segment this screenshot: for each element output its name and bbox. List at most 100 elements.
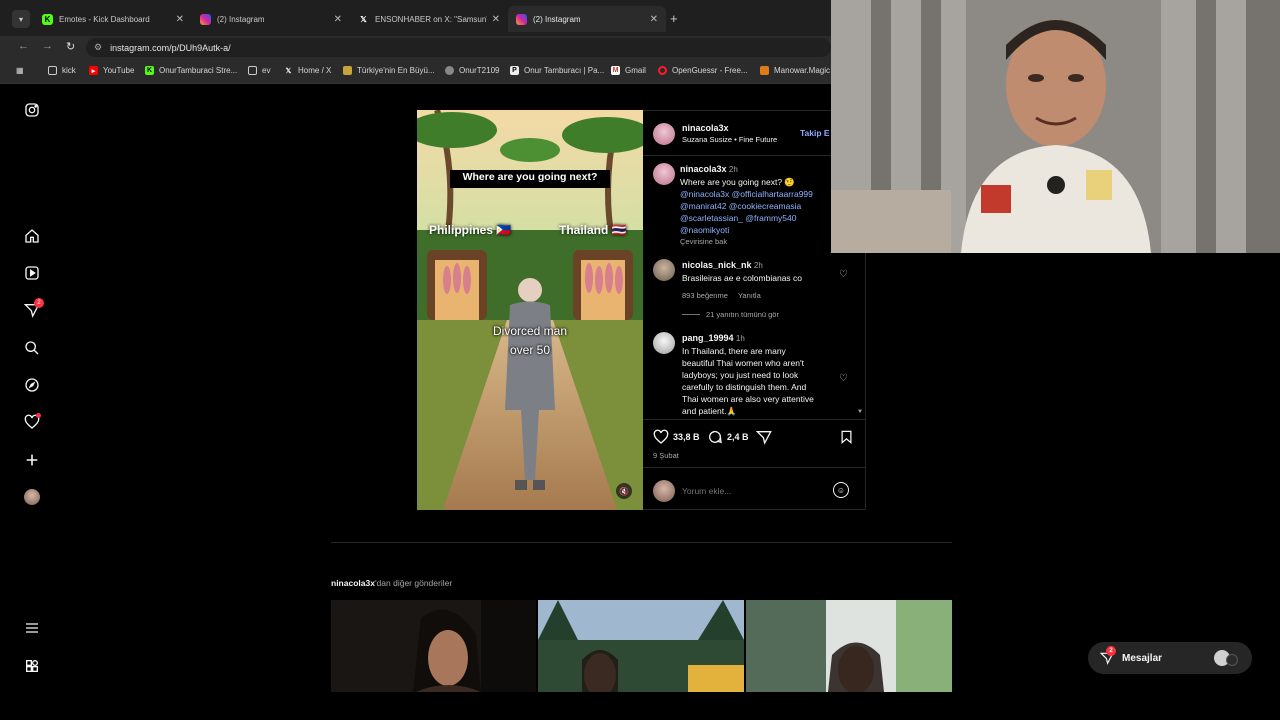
new-tab-button[interactable]: +	[670, 11, 678, 26]
close-icon[interactable]: ✕	[334, 14, 342, 25]
kick-icon: K	[42, 13, 53, 25]
home-icon[interactable]	[22, 226, 42, 246]
bookmark-item[interactable]: ▸ YouTube	[89, 66, 134, 75]
comment-username[interactable]: nicolas_nick_nk	[682, 260, 752, 270]
browser-tab[interactable]: 𝕏 ENSONHABER on X: "Samsun'd ✕	[350, 6, 508, 32]
comment-avatar[interactable]	[653, 259, 675, 281]
site-settings-icon[interactable]: ⚙	[94, 42, 102, 53]
forward-arrow-icon[interactable]: →	[42, 40, 53, 52]
caption-username[interactable]: ninacola3x	[680, 164, 727, 174]
x-icon: 𝕏	[360, 14, 367, 24]
caption-time: 2h	[728, 165, 738, 174]
webcam-overlay	[831, 0, 1280, 253]
save-bookmark-icon[interactable]	[839, 429, 854, 450]
author-avatar[interactable]	[653, 123, 675, 145]
tab-search-button[interactable]: ▾	[12, 10, 30, 28]
scroll-down-arrow-icon[interactable]: ▼	[857, 409, 863, 415]
author-username[interactable]: ninacola3x	[682, 123, 729, 133]
folder-icon	[48, 66, 57, 75]
video-right-label: Thailand 🇹🇭	[559, 223, 627, 237]
comment-avatar[interactable]	[653, 332, 675, 354]
back-arrow-icon[interactable]: ←	[18, 40, 29, 52]
create-plus-icon[interactable]	[22, 450, 42, 470]
bookmark-item[interactable]: 𝕏 Home / X	[284, 66, 332, 75]
post-date: 9 Şubat	[653, 451, 679, 460]
bookmark-item[interactable]: P Onur Tamburacı | Pa...	[510, 66, 604, 75]
apps-grid-icon[interactable]: ▦	[16, 66, 24, 75]
reply-button[interactable]: Yanıtla	[738, 291, 761, 300]
explore-compass-icon[interactable]	[22, 375, 42, 395]
comment-time: 2h	[753, 261, 763, 270]
close-icon[interactable]: ✕	[492, 14, 500, 25]
post-video-frame	[417, 110, 643, 510]
caption-avatar[interactable]	[653, 163, 675, 185]
close-icon[interactable]: ✕	[650, 14, 658, 25]
comment-time: 1h	[735, 334, 745, 343]
composer-divider	[643, 467, 865, 468]
bookmark-item[interactable]: K OnurTamburaci Stre...	[145, 66, 237, 75]
messages-icon[interactable]: 2	[22, 298, 44, 320]
post-thumbnail[interactable]	[538, 600, 744, 692]
more-posts-username[interactable]: ninacola3x	[331, 578, 375, 588]
emoji-icon[interactable]: ☺	[833, 482, 849, 498]
view-replies[interactable]: 21 yanıtın tümünü gör	[682, 310, 779, 319]
share-icon[interactable]	[755, 429, 772, 450]
comment-text-line: carefully to distinguish them. And	[682, 382, 807, 392]
menu-hamburger-icon[interactable]	[22, 618, 42, 638]
messages-button[interactable]: 2 Mesajlar	[1088, 642, 1252, 674]
comment-text: Brasileiras ae e colombianas co	[682, 273, 803, 283]
messages-label: Mesajlar	[1122, 652, 1163, 664]
section-divider	[331, 542, 952, 543]
search-icon[interactable]	[22, 338, 42, 358]
bookmark-item[interactable]: kick	[48, 66, 76, 75]
instagram-logo-icon[interactable]	[22, 100, 42, 120]
reels-icon[interactable]	[22, 263, 42, 283]
video-left-label: Philippines 🇵🇭	[429, 223, 512, 237]
comment-action[interactable]: 2,4 B	[707, 429, 749, 445]
browser-tab-active[interactable]: (2) Instagram ✕	[508, 6, 666, 32]
mute-icon[interactable]: 🔇	[616, 483, 632, 499]
comment-input[interactable]	[682, 483, 827, 499]
comment-text-line: ladyboys; you just need to look	[682, 370, 799, 380]
thumbnail-image	[538, 600, 744, 692]
profile-avatar[interactable]	[22, 487, 42, 507]
browser-tab[interactable]: (2) Instagram ✕	[192, 6, 350, 32]
post-video[interactable]: Where are you going next? Philippines 🇵🇭…	[417, 110, 643, 510]
comment-like-heart-icon[interactable]: ♡	[839, 373, 848, 384]
thumbnail-image	[746, 600, 952, 692]
browser-tab[interactable]: K Emotes - Kick Dashboard ✕	[34, 6, 192, 32]
url-bar[interactable]: ⚙ instagram.com/p/DUh9Autk-a/	[86, 38, 831, 57]
more-apps-icon[interactable]	[22, 656, 42, 676]
site-icon: P	[510, 66, 519, 75]
bookmark-item[interactable]: Manowar.Magic	[760, 66, 830, 75]
comment: pang_19994 1h In Thailand, there are man…	[682, 332, 837, 417]
bookmark-item[interactable]: OpenGuessr - Free...	[658, 66, 748, 75]
site-icon	[343, 66, 352, 75]
close-icon[interactable]: ✕	[176, 14, 184, 25]
bookmark-item[interactable]: OnurT2109	[445, 66, 499, 75]
commenter-avatar	[653, 480, 675, 502]
instagram-icon	[200, 13, 211, 25]
comment-likes[interactable]: 893 beğenme	[682, 291, 728, 300]
instagram-icon	[516, 13, 527, 25]
audio-track[interactable]: Suzana Susize • Fine Future	[682, 135, 777, 144]
post-thumbnail[interactable]	[746, 600, 952, 692]
heart-icon[interactable]	[653, 429, 669, 445]
opera-icon	[658, 66, 667, 75]
follow-button[interactable]: Takip E	[800, 128, 830, 138]
bookmark-item[interactable]: M Gmail	[611, 66, 646, 75]
youtube-icon: ▸	[89, 66, 98, 75]
bookmark-item[interactable]: Türkiye'nin En Büyü...	[343, 66, 435, 75]
site-icon	[445, 66, 454, 75]
comment-bubble-icon[interactable]	[707, 429, 723, 445]
comment-text-line: beautiful Thai women who aren't	[682, 358, 804, 368]
bookmark-item[interactable]: ev	[248, 66, 270, 75]
post-thumbnail[interactable]	[331, 600, 536, 692]
comment-text-line: and patient.🙏	[682, 406, 738, 416]
like-action[interactable]: 33,8 B	[653, 429, 700, 445]
browser-tab-strip: ▾ K Emotes - Kick Dashboard ✕ (2) Instag…	[0, 0, 831, 36]
comment-like-heart-icon[interactable]: ♡	[839, 269, 848, 280]
comment-username[interactable]: pang_19994	[682, 333, 734, 343]
reload-icon[interactable]: ↻	[66, 40, 75, 53]
notifications-heart-icon[interactable]	[22, 412, 42, 432]
